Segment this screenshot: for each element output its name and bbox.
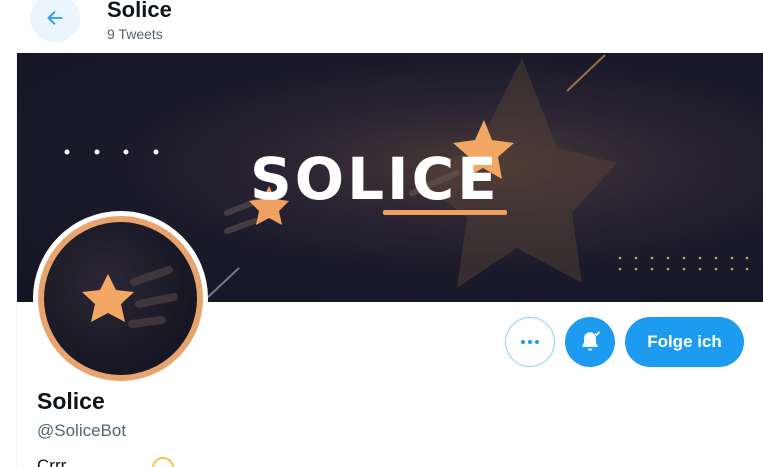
banner-line xyxy=(566,54,606,92)
banner-dot-grid xyxy=(618,256,749,271)
banner-wordmark: SOLICE xyxy=(250,145,500,213)
banner-dot xyxy=(153,149,159,155)
tweet-count: 9 Tweets xyxy=(107,26,163,42)
banner-dot xyxy=(123,149,129,155)
arrow-left-icon xyxy=(47,10,63,26)
avatar-image xyxy=(44,222,197,375)
more-horizontal-icon xyxy=(521,340,539,344)
bell-check-icon xyxy=(582,331,601,351)
banner-dot xyxy=(94,149,100,155)
banner-dot xyxy=(64,149,70,155)
star-logo-icon xyxy=(82,266,178,328)
more-options-button[interactable] xyxy=(505,317,555,367)
profile-header-bar: Solice 9 Tweets xyxy=(16,0,763,52)
emoji-icon xyxy=(152,457,174,467)
profile-display-name: Solice xyxy=(37,388,105,414)
banner-line xyxy=(206,267,240,299)
back-button[interactable] xyxy=(30,0,80,42)
avatar-ring xyxy=(38,216,203,381)
header-title: Solice xyxy=(107,0,172,22)
avatar[interactable] xyxy=(33,211,208,386)
profile-handle: @SoliceBot xyxy=(37,421,127,440)
notifications-button[interactable] xyxy=(565,317,615,367)
profile-bio: Crrr xyxy=(37,456,67,467)
following-button[interactable]: Folge ich xyxy=(625,317,744,367)
